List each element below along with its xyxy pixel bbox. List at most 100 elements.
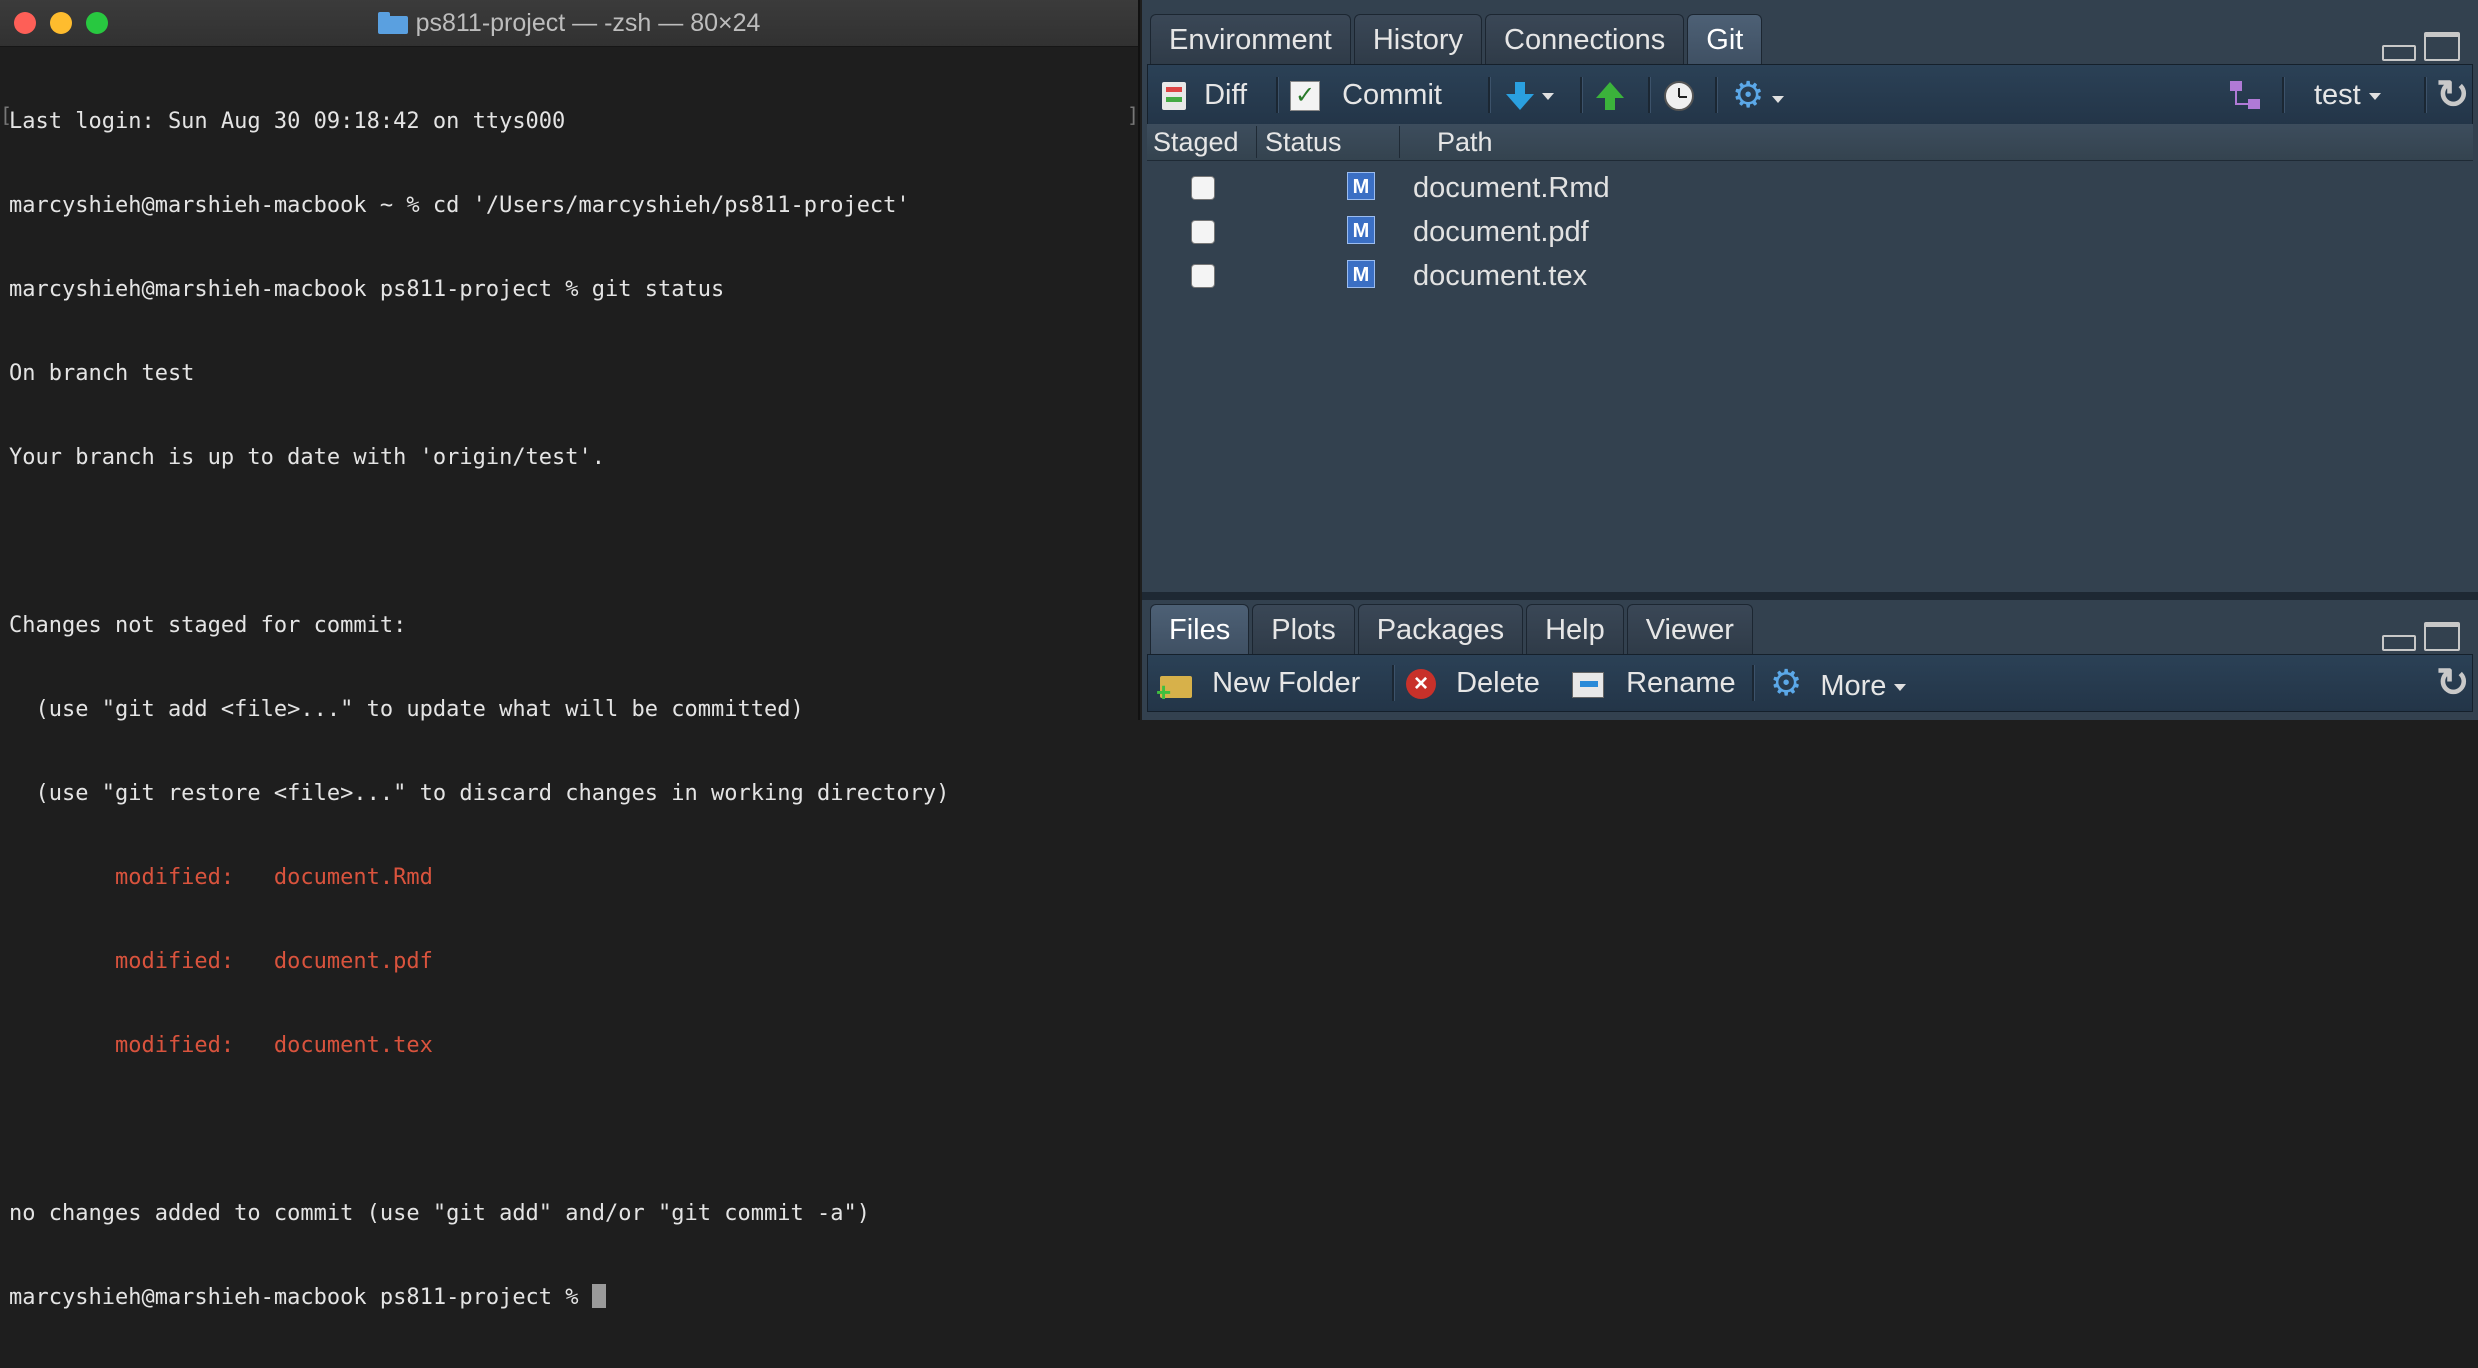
- status-badge: M: [1347, 216, 1375, 244]
- gear-icon: ⚙: [1732, 74, 1765, 115]
- staged-checkbox[interactable]: [1191, 264, 1215, 288]
- chevron-down-icon[interactable]: [1542, 92, 1554, 100]
- column-staged[interactable]: Staged: [1153, 124, 1239, 160]
- staged-checkbox[interactable]: [1191, 220, 1215, 244]
- pane-splitter[interactable]: [1142, 592, 2478, 600]
- bottom-pane-tabs: Files Plots Packages Help Viewer: [1150, 604, 1756, 655]
- terminal-title-text: ps811-project — -zsh — 80×24: [415, 9, 761, 37]
- chevron-down-icon: [1894, 683, 1907, 691]
- tab-connections[interactable]: Connections: [1485, 14, 1685, 65]
- terminal-line-modified: modified: document.pdf: [9, 949, 433, 974]
- terminal-line: On branch test: [9, 361, 195, 386]
- terminal-line: Your branch is up to date with 'origin/t…: [9, 445, 606, 470]
- file-path: document.pdf: [1413, 216, 1589, 248]
- file-path: document.Rmd: [1413, 172, 1610, 204]
- more-button[interactable]: ⚙ More: [1770, 655, 1907, 711]
- new-folder-icon: [1156, 664, 1194, 720]
- tab-plots[interactable]: Plots: [1252, 604, 1355, 655]
- diff-button[interactable]: Diff: [1162, 65, 1247, 125]
- terminal-title: ps811-project — -zsh — 80×24: [0, 0, 1138, 46]
- zoom-window-button[interactable]: [86, 12, 108, 34]
- refresh-files-button[interactable]: ↻: [2436, 655, 2470, 711]
- terminal-line-modified: modified: document.Rmd: [9, 865, 433, 890]
- new-folder-label: New Folder: [1212, 667, 1361, 699]
- diff-icon: [1162, 82, 1186, 111]
- terminal-line-modified: modified: document.tex: [9, 1033, 433, 1058]
- close-window-button[interactable]: [14, 12, 36, 34]
- push-arrow-icon: [1596, 82, 1624, 111]
- tab-viewer[interactable]: Viewer: [1626, 604, 1753, 655]
- tab-packages[interactable]: Packages: [1357, 604, 1524, 655]
- terminal-cursor: [591, 1284, 606, 1308]
- staged-checkbox[interactable]: [1191, 176, 1215, 200]
- folder-icon: [377, 12, 408, 34]
- column-path[interactable]: Path: [1437, 124, 1493, 160]
- commit-button[interactable]: ✓ Commit: [1290, 65, 1442, 125]
- git-file-row[interactable]: M document.tex: [1147, 254, 2473, 298]
- status-badge: M: [1347, 172, 1375, 200]
- tab-history[interactable]: History: [1353, 14, 1483, 65]
- delete-button[interactable]: × Delete: [1406, 655, 1540, 711]
- terminal-line: marcyshieh@marshieh-macbook ~ % cd '/Use…: [9, 193, 910, 218]
- minimize-pane-icon[interactable]: [2382, 45, 2416, 61]
- rename-button[interactable]: Rename: [1572, 655, 1736, 711]
- pane-window-controls: [2382, 32, 2460, 61]
- pull-button[interactable]: [1506, 65, 1554, 125]
- status-badge: M: [1347, 260, 1375, 288]
- tab-environment[interactable]: Environment: [1150, 14, 1351, 65]
- chevron-down-icon: [2368, 92, 2381, 100]
- maximize-pane-icon[interactable]: [2424, 622, 2460, 651]
- terminal-output[interactable]: Last login: Sun Aug 30 09:18:42 on ttys0…: [9, 52, 1138, 1368]
- files-toolbar: New Folder × Delete Rename ⚙ More ↻: [1147, 654, 2473, 720]
- git-settings-button[interactable]: ⚙: [1732, 65, 1785, 125]
- terminal-line: (use "git restore <file>..." to discard …: [9, 781, 950, 806]
- pull-arrow-icon: [1506, 82, 1534, 111]
- refresh-button[interactable]: ↻: [2436, 65, 2470, 125]
- branch-select[interactable]: test: [2314, 65, 2381, 125]
- terminal-line: Last login: Sun Aug 30 09:18:42 on ttys0…: [9, 109, 566, 134]
- terminal-line: no changes added to commit (use "git add…: [9, 1201, 870, 1226]
- tab-help[interactable]: Help: [1526, 604, 1624, 655]
- rename-label: Rename: [1626, 667, 1736, 699]
- diff-label: Diff: [1204, 79, 1248, 111]
- column-status[interactable]: Status: [1265, 124, 1342, 160]
- git-file-header: Staged Status Path: [1147, 124, 2473, 161]
- chevron-down-icon: [1772, 95, 1785, 103]
- git-toolbar: Diff ✓ Commit ⚙ test ↻: [1147, 64, 2473, 126]
- push-button[interactable]: [1596, 65, 1624, 125]
- branch-graph-button[interactable]: [2230, 65, 2262, 125]
- terminal-line: marcyshieh@marshieh-macbook ps811-projec…: [9, 277, 725, 302]
- delete-icon: ×: [1406, 669, 1436, 700]
- history-clock-icon: [1664, 81, 1694, 112]
- branch-name: test: [2314, 79, 2361, 111]
- terminal-titlebar: ps811-project — -zsh — 80×24: [0, 0, 1138, 47]
- tab-git[interactable]: Git: [1687, 14, 1763, 65]
- history-button[interactable]: [1664, 65, 1694, 125]
- new-folder-button[interactable]: New Folder: [1156, 655, 1361, 720]
- refresh-icon: ↻: [2436, 73, 2470, 117]
- terminal-line: Changes not staged for commit:: [9, 613, 407, 638]
- more-label: More: [1820, 670, 1887, 702]
- terminal-window: ps811-project — -zsh — 80×24 [ ] Last lo…: [0, 0, 1140, 1310]
- git-file-row[interactable]: M document.pdf: [1147, 210, 2473, 254]
- git-pane: Environment History Connections Git Diff…: [1142, 0, 2478, 592]
- files-pane: Files Plots Packages Help Viewer New Fol…: [1142, 600, 2478, 720]
- terminal-prompt: marcyshieh@marshieh-macbook ps811-projec…: [9, 1285, 592, 1310]
- top-pane-tabs: Environment History Connections Git: [1150, 14, 1765, 65]
- tab-files[interactable]: Files: [1150, 604, 1250, 655]
- file-path: document.tex: [1413, 260, 1588, 292]
- rename-icon: [1572, 670, 1606, 699]
- minimize-pane-icon[interactable]: [2382, 635, 2416, 651]
- refresh-icon: ↻: [2436, 661, 2470, 705]
- delete-label: Delete: [1456, 667, 1540, 699]
- minimize-window-button[interactable]: [50, 12, 72, 34]
- pane-window-controls: [2382, 622, 2460, 651]
- commit-icon: ✓: [1290, 81, 1320, 112]
- maximize-pane-icon[interactable]: [2424, 32, 2460, 61]
- terminal-prompt-line[interactable]: marcyshieh@marshieh-macbook ps811-projec…: [9, 1284, 1138, 1312]
- git-file-row[interactable]: M document.Rmd: [1147, 166, 2473, 210]
- branch-icon: [2230, 81, 2262, 111]
- gear-icon: ⚙: [1770, 662, 1803, 703]
